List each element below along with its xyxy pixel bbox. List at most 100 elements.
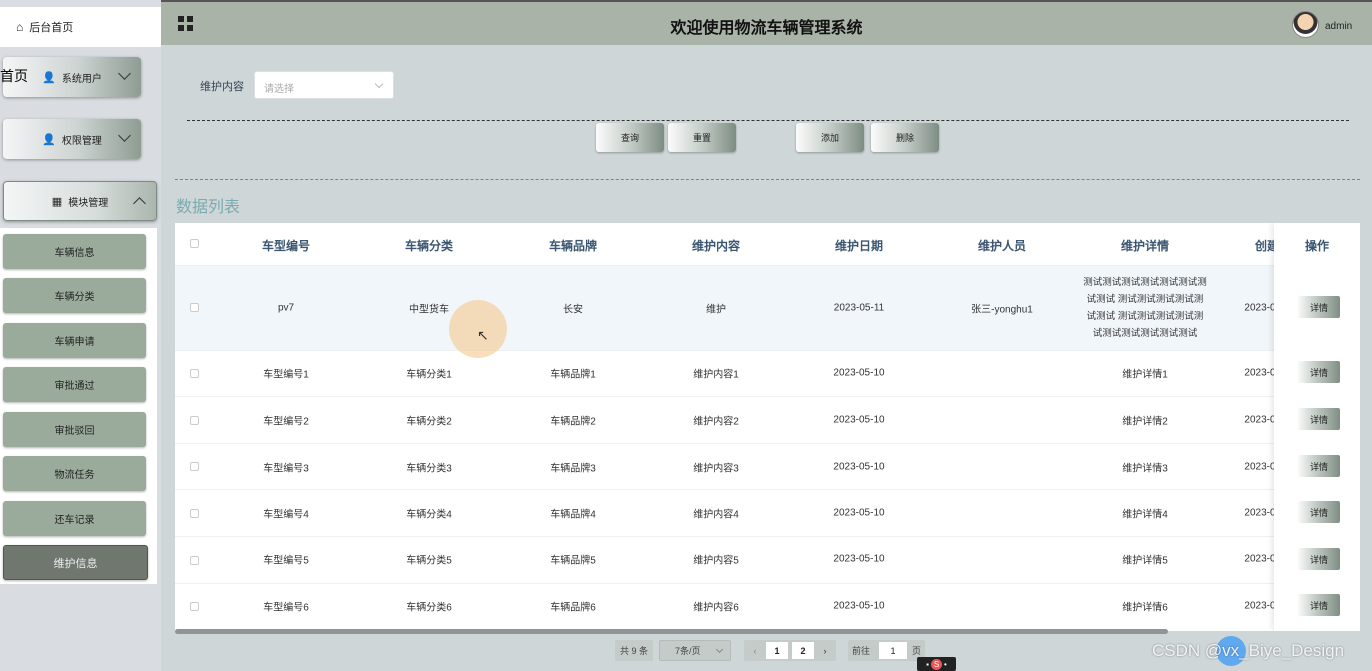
goto-label: 前往	[852, 646, 871, 656]
detail-button[interactable]: 详情	[1298, 408, 1340, 430]
page-goto: 前往 1 页	[848, 640, 926, 661]
submenu-return-record[interactable]: 还车记录	[3, 501, 146, 536]
username[interactable]: admin	[1325, 21, 1352, 32]
submenu-vehicle-info[interactable]: 车辆信息	[3, 234, 146, 269]
chevron-down-icon	[118, 129, 131, 142]
row-checkbox[interactable]	[190, 462, 199, 471]
submenu-approved[interactable]: 审批通过	[3, 367, 146, 402]
cell-model: 车型编号4	[263, 509, 309, 521]
select-placeholder: 请选择	[264, 84, 294, 95]
menu-label: 系统用户	[61, 73, 102, 85]
sidebar-home-label: 后台首页	[29, 22, 74, 34]
cell-brand: 车辆品牌1	[550, 369, 596, 381]
cell-date: 2023-05-10	[833, 507, 885, 519]
detail-button[interactable]: 详情	[1298, 361, 1340, 383]
cell-model: 车型编号3	[263, 463, 309, 475]
page-1[interactable]: 1	[766, 642, 789, 659]
table-row[interactable]: 车型编号3 车辆分类3 车辆品牌3 维护内容3 2023-05-10 维护详情3…	[175, 443, 1360, 489]
row-checkbox[interactable]	[190, 509, 199, 518]
submenu-rejected[interactable]: 审批驳回	[3, 412, 146, 447]
sidebar-home[interactable]: ⌂ 后台首页	[0, 7, 161, 47]
detail-button[interactable]: 详情	[1298, 594, 1340, 616]
cell-created: 2023-0	[1244, 302, 1276, 314]
table-row[interactable]: 车型编号4 车辆分类4 车辆品牌4 维护内容4 2023-05-10 维护详情4…	[175, 489, 1360, 536]
cell-brand: 长安	[563, 304, 583, 316]
overlap-home-text: 首页	[0, 68, 28, 84]
table-row[interactable]: 车型编号6 车辆分类6 车辆品牌6 维护内容6 2023-05-10 维护详情6…	[175, 583, 1360, 631]
sidebar: ⌂ 后台首页 👤 系统用户 首页 👤 权限管理 ▦ 模块管理 车辆信息 车辆分类…	[0, 0, 161, 671]
col-header[interactable]: 维护内容	[692, 237, 740, 254]
row-checkbox[interactable]	[190, 556, 199, 565]
reset-button[interactable]: 重置	[668, 123, 736, 152]
col-header[interactable]: 维护日期	[835, 237, 883, 254]
avatar[interactable]	[1292, 11, 1319, 38]
row-checkbox[interactable]	[190, 416, 199, 425]
cell-category: 车辆分类2	[406, 416, 452, 428]
table-header: 车型编号 车辆分类 车辆品牌 维护内容 维护日期 维护人员 维护详情 创建	[175, 223, 1360, 265]
submenu-maintenance-info[interactable]: 维护信息	[3, 545, 148, 580]
section-title: 数据列表	[176, 199, 241, 216]
ime-toolbar[interactable]: ▪ S •	[917, 657, 956, 671]
cell-content: 维护内容6	[693, 602, 739, 614]
cell-brand: 车辆品牌3	[550, 463, 596, 475]
maintenance-content-select[interactable]: 请选择	[254, 71, 394, 99]
cell-model: pv7	[277, 302, 295, 314]
cell-content: 维护内容3	[693, 463, 739, 475]
select-all-checkbox[interactable]	[190, 239, 199, 248]
row-checkbox[interactable]	[190, 602, 199, 611]
detail-button[interactable]: 详情	[1298, 455, 1340, 477]
next-page-icon[interactable]: ›	[816, 646, 834, 656]
divider	[187, 120, 1349, 121]
table-row[interactable]: 车型编号2 车辆分类2 车辆品牌2 维护内容2 2023-05-10 维护详情2…	[175, 396, 1360, 443]
table-row[interactable]: pv7 中型货车 长安 维护 2023-05-11 张三-yonghu1 测试测…	[175, 265, 1360, 350]
row-checkbox[interactable]	[190, 369, 199, 378]
row-checkbox[interactable]	[190, 303, 199, 312]
add-button[interactable]: 添加	[796, 123, 864, 152]
chevron-down-icon	[715, 645, 724, 654]
cell-detail: 维护详情5	[1122, 555, 1168, 567]
cell-category: 车辆分类3	[406, 463, 452, 475]
cell-date: 2023-05-11	[833, 302, 885, 314]
query-button[interactable]: 查询	[596, 123, 664, 152]
col-header[interactable]: 车辆分类	[405, 237, 453, 254]
cell-date: 2023-05-10	[833, 367, 885, 379]
page-2[interactable]: 2	[792, 642, 815, 659]
module-submenu: 车辆信息 车辆分类 车辆申请 审批通过 审批驳回 物流任务 还车记录 维护信息	[0, 228, 157, 584]
cell-detail: 维护详情4	[1122, 509, 1168, 521]
prev-page-icon[interactable]: ‹	[746, 646, 764, 656]
cell-date: 2023-05-10	[833, 461, 885, 473]
menu-modules[interactable]: ▦ 模块管理	[3, 181, 157, 221]
cell-detail: 测试测试测试测试测试测试测试测试 测试测试测试测试测试测试 测试测试测试测试测试…	[1083, 277, 1207, 339]
menu-permissions[interactable]: 👤 权限管理	[3, 119, 141, 159]
cell-created: 2023-0	[1244, 600, 1276, 612]
menu-label: 模块管理	[68, 197, 109, 209]
chevron-down-icon	[118, 67, 131, 80]
cell-detail: 维护详情1	[1122, 369, 1168, 381]
total-count: 共 9 条	[615, 640, 654, 661]
cell-content: 维护内容1	[693, 369, 739, 381]
table-row[interactable]: 车型编号1 车辆分类1 车辆品牌1 维护内容1 2023-05-10 维护详情1…	[175, 350, 1360, 396]
detail-button[interactable]: 详情	[1298, 548, 1340, 570]
submenu-vehicle-apply[interactable]: 车辆申请	[3, 323, 146, 358]
horizontal-scrollbar[interactable]	[175, 629, 1168, 634]
ime-logo-icon: S	[931, 658, 943, 670]
submenu-vehicle-category[interactable]: 车辆分类	[3, 278, 146, 313]
table-row[interactable]: 车型编号5 车辆分类5 车辆品牌5 维护内容5 2023-05-10 维护详情5…	[175, 536, 1360, 583]
cell-model: 车型编号2	[263, 416, 309, 428]
operation-column: 操作 详情 详情 详情 详情 详情 详情 详情	[1274, 223, 1360, 631]
menu-label: 权限管理	[61, 135, 102, 147]
pagination: 共 9 条 7条/页 ‹ 1 2 › 前往 1 页	[615, 640, 926, 661]
cell-created: 2023-0	[1244, 461, 1276, 473]
cell-model: 车型编号1	[263, 369, 309, 381]
col-header[interactable]: 维护人员	[978, 237, 1026, 254]
page-size-select[interactable]: 7条/页	[659, 640, 732, 661]
delete-button[interactable]: 删除	[871, 123, 939, 152]
detail-button[interactable]: 详情	[1298, 296, 1340, 318]
col-header[interactable]: 维护详情	[1121, 237, 1169, 254]
detail-button[interactable]: 详情	[1298, 501, 1340, 523]
col-header[interactable]: 车型编号	[262, 237, 310, 254]
col-header[interactable]: 车辆品牌	[549, 237, 597, 254]
submenu-logistics-task[interactable]: 物流任务	[3, 456, 146, 491]
cell-brand: 车辆品牌4	[550, 509, 596, 521]
goto-input[interactable]: 1	[879, 642, 908, 659]
